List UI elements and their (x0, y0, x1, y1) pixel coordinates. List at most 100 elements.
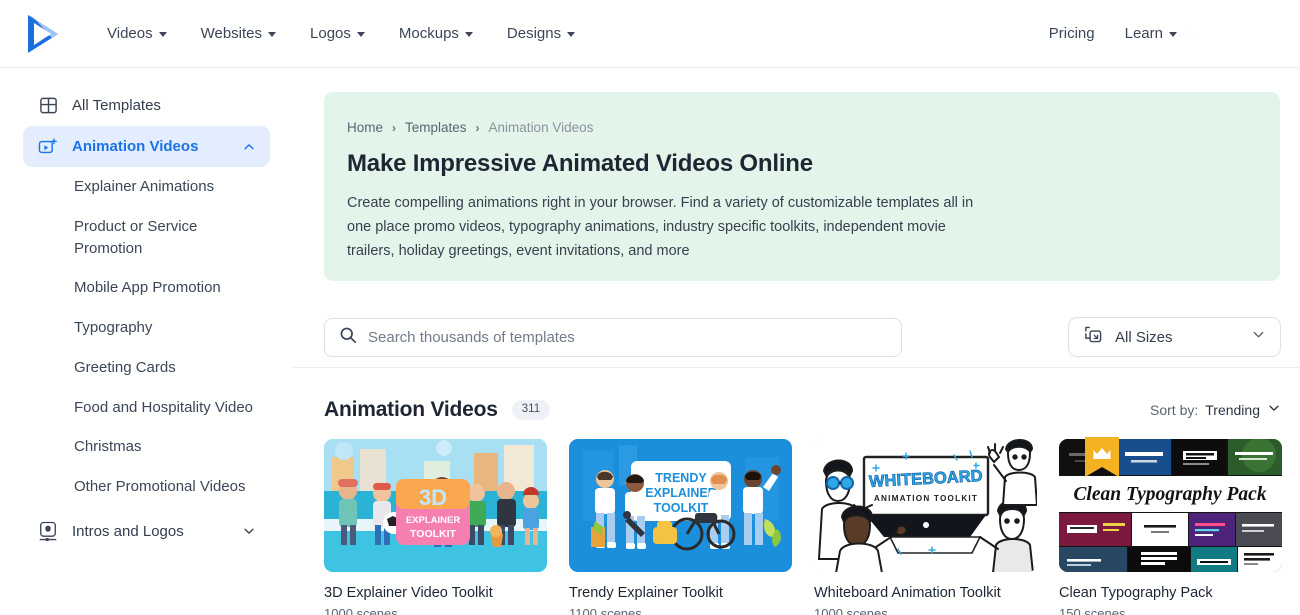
sidebar-sublabel: Greeting Cards (74, 358, 176, 376)
play-logo[interactable] (22, 12, 80, 56)
nav-label: Designs (506, 25, 562, 42)
sort-value: Trending (1205, 402, 1260, 418)
card-title: Whiteboard Animation Toolkit (814, 585, 1001, 601)
chevron-down-icon (1267, 401, 1281, 420)
nav-label: Learn (1124, 25, 1163, 42)
chevron-up-icon[interactable] (242, 140, 256, 154)
sidebar-subitem-product-or-service-promotion[interactable]: Product or Service Promotion (23, 207, 270, 269)
template-card[interactable]: TRENDY EXPLAINER TOOLKIT Trendy Explaine… (569, 439, 792, 615)
chevron-down-icon (356, 32, 365, 37)
left-sidebar: All Templates Animation Videos Explainer… (0, 68, 293, 615)
nav-item-websites[interactable]: Websites (184, 17, 293, 50)
top-header: Videos Websites Logos Mockups Designs Pr… (0, 0, 1300, 68)
sidebar-subitem-food-and-hospitality-video[interactable]: Food and Hospitality Video (23, 388, 270, 428)
card-scene-count: 1100 scenes (569, 606, 642, 615)
chevron-down-icon (1169, 32, 1177, 37)
page-description: Create compelling animations right in yo… (347, 195, 974, 259)
card-title: Trendy Explainer Toolkit (569, 585, 723, 601)
sidebar-subitem-mobile-app-promotion[interactable]: Mobile App Promotion (23, 268, 270, 308)
chevron-down-icon (1251, 327, 1266, 347)
svg-text:EXPLAINER: EXPLAINER (645, 486, 717, 500)
section-title: Animation Videos (324, 398, 498, 421)
template-card[interactable]: WHITEBOARD ANIMATION TOOLKIT Whiteboard … (814, 439, 1037, 615)
chevron-down-icon (567, 32, 576, 37)
crown-ribbon-icon (1085, 437, 1119, 486)
play-logo-icon (28, 14, 58, 53)
sidebar-sublabel: Christmas (74, 438, 142, 456)
breadcrumb-item-templates[interactable]: Templates (405, 120, 467, 135)
3d-explainer-thumb: 3D EXPLAINER TOOLKIT (324, 439, 547, 572)
sidebar-sublabel: Mobile App Promotion (74, 279, 221, 297)
nav-item-mockups[interactable]: Mockups (382, 17, 490, 50)
primary-nav: Videos Websites Logos Mockups Designs (90, 17, 592, 50)
search-bar[interactable] (324, 318, 902, 357)
page-title: Make Impressive Animated Videos Online (347, 150, 813, 177)
sidebar-label: Animation Videos (72, 137, 199, 155)
search-icon (339, 326, 357, 349)
sidebar-subitem-explainer-animations[interactable]: Explainer Animations (23, 167, 270, 207)
breadcrumb-item-current: Animation Videos (488, 120, 594, 135)
template-grid: 3D EXPLAINER TOOLKIT 3D Explainer Video … (324, 437, 1282, 615)
size-filter-label: All Sizes (1115, 328, 1173, 346)
sidebar-item-all-templates[interactable]: All Templates (23, 85, 270, 126)
sidebar-item-intros-and-logos[interactable]: Intros and Logos (23, 511, 270, 552)
nav-item-videos[interactable]: Videos (90, 17, 184, 50)
svg-text:3D: 3D (419, 485, 447, 510)
video-plus-icon (37, 136, 59, 158)
chevron-down-icon[interactable] (242, 524, 256, 538)
card-scene-count: 1000 scenes (814, 606, 888, 615)
svg-text:TOOLKIT: TOOLKIT (654, 501, 709, 515)
nav-label: Logos (310, 25, 351, 42)
breadcrumb-separator-icon: › (392, 120, 397, 135)
sidebar-subitem-other-promotional-videos[interactable]: Other Promotional Videos (23, 467, 270, 507)
sidebar-label: Intros and Logos (72, 522, 184, 540)
nav-item-designs[interactable]: Designs (490, 17, 592, 50)
breadcrumb-separator-icon: › (475, 120, 480, 135)
template-card[interactable]: Clean Typography Pack Clean Typography P… (1059, 437, 1282, 615)
hero-banner: Home › Templates › Animation Videos Make… (324, 92, 1280, 281)
sidebar-subitem-greeting-cards[interactable]: Greeting Cards (23, 348, 270, 388)
chevron-down-icon (464, 32, 473, 37)
nav-label: Websites (200, 25, 263, 42)
sidebar-sublabel: Product or Service Promotion (74, 217, 198, 257)
svg-text:TOOLKIT: TOOLKIT (410, 528, 456, 540)
resize-icon (1083, 324, 1104, 350)
breadcrumb: Home › Templates › Animation Videos (347, 120, 1280, 135)
search-input[interactable] (368, 329, 887, 346)
sidebar-subitem-typography[interactable]: Typography (23, 308, 270, 348)
card-scene-count: 1000 scenes (324, 606, 398, 615)
grid-layout-icon (37, 95, 59, 117)
breadcrumb-item-home[interactable]: Home (347, 120, 383, 135)
faded-plus-icon (1178, 22, 1200, 44)
results-count-badge: 311 (511, 400, 551, 420)
secondary-nav: Pricing Learn (1034, 17, 1192, 50)
nav-label: Videos (107, 25, 153, 42)
size-filter-dropdown[interactable]: All Sizes (1068, 317, 1281, 357)
whiteboard-thumb: WHITEBOARD ANIMATION TOOLKIT (814, 439, 1037, 572)
nav-item-pricing[interactable]: Pricing (1034, 17, 1110, 50)
nav-item-logos[interactable]: Logos (293, 17, 382, 50)
svg-text:ANIMATION TOOLKIT: ANIMATION TOOLKIT (874, 494, 978, 503)
nav-label: Mockups (398, 25, 459, 42)
content-divider (293, 367, 1300, 368)
card-title: Clean Typography Pack (1059, 585, 1213, 601)
page-root: Videos Websites Logos Mockups Designs Pr… (0, 0, 1300, 615)
card-scene-count: 150 scenes (1059, 606, 1126, 615)
results-header: Animation Videos 311 Sort by: Trending (324, 398, 1281, 422)
sidebar-item-animation-videos[interactable]: Animation Videos (23, 126, 270, 167)
sidebar-sublabel: Food and Hospitality Video (74, 398, 254, 416)
nav-label: Pricing (1048, 25, 1095, 42)
template-card[interactable]: 3D EXPLAINER TOOLKIT 3D Explainer Video … (324, 439, 547, 615)
sidebar-sublabel: Other Promotional Videos (74, 478, 246, 495)
svg-text:Clean Typography Pack: Clean Typography Pack (1073, 484, 1266, 505)
sidebar-sublabel: Typography (74, 319, 153, 336)
trendy-explainer-thumb: TRENDY EXPLAINER TOOLKIT (569, 439, 792, 572)
svg-text:TRENDY: TRENDY (655, 471, 707, 485)
svg-text:EXPLAINER: EXPLAINER (406, 515, 461, 526)
sidebar-sublabel: Explainer Animations (74, 178, 215, 195)
sort-dropdown[interactable]: Sort by: Trending (1150, 401, 1281, 420)
sort-label: Sort by: (1150, 402, 1199, 418)
sidebar-label: All Templates (72, 96, 161, 114)
sidebar-subitem-christmas[interactable]: Christmas (23, 427, 270, 467)
chevron-down-icon (268, 32, 277, 37)
